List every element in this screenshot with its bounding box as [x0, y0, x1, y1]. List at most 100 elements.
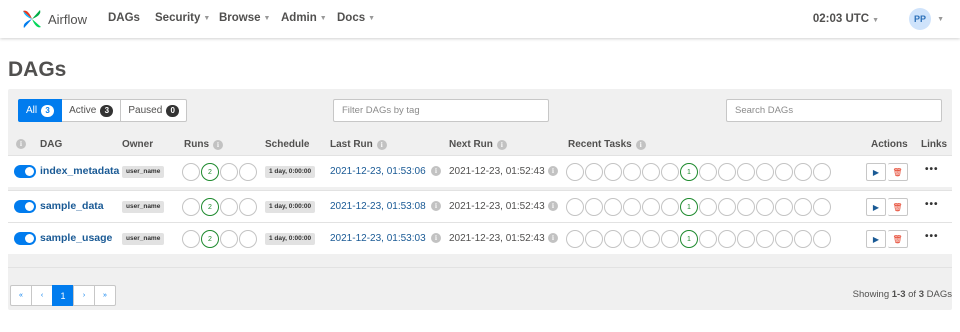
- nav-browse[interactable]: Browse ▼: [219, 12, 270, 24]
- task-status-circle[interactable]: [585, 230, 603, 248]
- page-last-button[interactable]: »: [94, 285, 116, 306]
- more-icon[interactable]: •••: [925, 164, 939, 175]
- tag-filter-input[interactable]: [333, 99, 549, 122]
- schedule-tag[interactable]: 1 day, 0:00:00: [265, 166, 316, 178]
- task-status-circle[interactable]: [737, 198, 755, 216]
- task-status-circle[interactable]: [699, 230, 717, 248]
- filter-paused-button[interactable]: Paused 0: [121, 99, 188, 122]
- page-first-button[interactable]: «: [10, 285, 32, 306]
- info-icon[interactable]: i: [376, 139, 387, 150]
- dag-name-link[interactable]: index_metadata: [40, 165, 119, 177]
- task-status-circle[interactable]: [642, 163, 660, 181]
- delete-dag-button[interactable]: 🗑: [888, 163, 908, 181]
- trigger-dag-button[interactable]: ▶: [866, 198, 886, 216]
- task-status-circle[interactable]: [699, 163, 717, 181]
- schedule-tag[interactable]: 1 day, 0:00:00: [265, 201, 316, 213]
- nav-dags[interactable]: DAGs: [108, 12, 140, 24]
- info-icon[interactable]: i: [548, 233, 558, 243]
- task-status-circle[interactable]: [813, 230, 831, 248]
- last-run-link[interactable]: 2021-12-23, 01:53:06: [330, 166, 426, 177]
- run-status-success-circle[interactable]: 2: [201, 163, 219, 181]
- info-icon[interactable]: i: [213, 139, 223, 150]
- nav-admin[interactable]: Admin ▼: [281, 12, 327, 24]
- task-status-circle[interactable]: [661, 230, 679, 248]
- task-status-circle[interactable]: [794, 163, 812, 181]
- pause-toggle[interactable]: [14, 165, 36, 178]
- run-status-circle[interactable]: [220, 163, 238, 181]
- run-status-circle[interactable]: [182, 230, 200, 248]
- run-status-circle[interactable]: [239, 230, 257, 248]
- task-status-circle[interactable]: [737, 230, 755, 248]
- search-dags-input[interactable]: [726, 99, 942, 122]
- task-status-circle[interactable]: [699, 198, 717, 216]
- nav-docs[interactable]: Docs ▼: [337, 12, 375, 24]
- task-status-success-circle[interactable]: 1: [680, 198, 698, 216]
- filter-all-button[interactable]: All 3: [18, 99, 63, 122]
- task-status-circle[interactable]: [566, 230, 584, 248]
- delete-dag-button[interactable]: 🗑: [888, 198, 908, 216]
- run-status-circle[interactable]: [220, 230, 238, 248]
- run-status-circle[interactable]: [220, 198, 238, 216]
- task-status-circle[interactable]: [775, 163, 793, 181]
- run-status-circle[interactable]: [239, 198, 257, 216]
- task-status-circle[interactable]: [756, 163, 774, 181]
- task-status-success-circle[interactable]: 1: [680, 163, 698, 181]
- trigger-dag-button[interactable]: ▶: [866, 230, 886, 248]
- task-status-circle[interactable]: [775, 230, 793, 248]
- info-icon[interactable]: i: [431, 166, 441, 176]
- run-status-circle[interactable]: [239, 163, 257, 181]
- task-status-circle[interactable]: [794, 230, 812, 248]
- task-status-circle[interactable]: [756, 230, 774, 248]
- task-status-circle[interactable]: [775, 198, 793, 216]
- pause-toggle[interactable]: [14, 200, 36, 213]
- page-current-button[interactable]: 1: [52, 285, 74, 306]
- user-avatar[interactable]: PP: [909, 8, 932, 30]
- info-icon[interactable]: i: [548, 166, 558, 176]
- delete-dag-button[interactable]: 🗑: [888, 230, 908, 248]
- header-owner[interactable]: Owner: [122, 139, 153, 150]
- task-status-circle[interactable]: [813, 198, 831, 216]
- dag-name-link[interactable]: sample_data: [40, 200, 104, 212]
- owner-tag[interactable]: user_name: [122, 233, 165, 245]
- header-schedule[interactable]: Schedule: [265, 139, 309, 150]
- task-status-circle[interactable]: [604, 198, 622, 216]
- last-run-link[interactable]: 2021-12-23, 01:53:03: [330, 233, 426, 244]
- nav-security[interactable]: Security ▼: [155, 12, 210, 24]
- task-status-circle[interactable]: [718, 230, 736, 248]
- task-status-circle[interactable]: [566, 198, 584, 216]
- header-dag[interactable]: DAG: [40, 139, 62, 150]
- info-icon[interactable]: i: [548, 201, 558, 211]
- pause-toggle[interactable]: [14, 232, 36, 245]
- run-status-circle[interactable]: [182, 163, 200, 181]
- page-next-button[interactable]: ›: [73, 285, 95, 306]
- info-icon[interactable]: i: [431, 233, 441, 243]
- task-status-circle[interactable]: [623, 198, 641, 216]
- brand[interactable]: Airflow: [20, 7, 87, 31]
- info-icon[interactable]: i: [635, 139, 646, 150]
- last-run-link[interactable]: 2021-12-23, 01:53:08: [330, 201, 426, 212]
- info-icon[interactable]: i: [431, 201, 441, 211]
- task-status-circle[interactable]: [718, 163, 736, 181]
- task-status-circle[interactable]: [661, 163, 679, 181]
- task-status-circle[interactable]: [813, 163, 831, 181]
- more-icon[interactable]: •••: [925, 231, 939, 242]
- task-status-circle[interactable]: [623, 163, 641, 181]
- task-status-circle[interactable]: [604, 163, 622, 181]
- task-status-circle[interactable]: [585, 198, 603, 216]
- run-status-success-circle[interactable]: 2: [201, 198, 219, 216]
- task-status-circle[interactable]: [623, 230, 641, 248]
- info-icon[interactable]: i: [496, 139, 507, 150]
- page-prev-button[interactable]: ‹: [31, 285, 53, 306]
- trigger-dag-button[interactable]: ▶: [866, 163, 886, 181]
- more-icon[interactable]: •••: [925, 199, 939, 210]
- task-status-circle[interactable]: [566, 163, 584, 181]
- task-status-circle[interactable]: [661, 198, 679, 216]
- owner-tag[interactable]: user_name: [122, 166, 165, 178]
- task-status-circle[interactable]: [585, 163, 603, 181]
- filter-active-button[interactable]: Active 3: [62, 99, 122, 122]
- task-status-circle[interactable]: [737, 163, 755, 181]
- task-status-circle[interactable]: [794, 198, 812, 216]
- dag-name-link[interactable]: sample_usage: [40, 232, 112, 244]
- task-status-circle[interactable]: [718, 198, 736, 216]
- task-status-circle[interactable]: [642, 198, 660, 216]
